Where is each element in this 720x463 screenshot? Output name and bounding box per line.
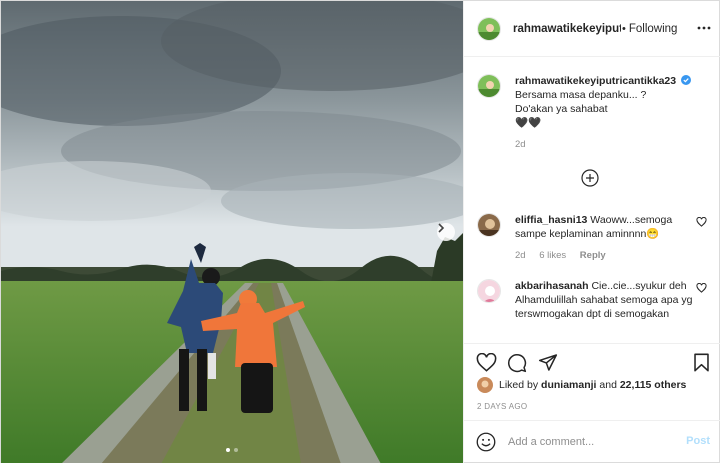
likes-count[interactable]: 22,115 others	[620, 379, 687, 391]
liker-avatar[interactable]	[477, 377, 493, 393]
more-options-icon[interactable]	[696, 20, 712, 36]
comment-time: 2d	[515, 250, 526, 261]
comment-like-heart-icon[interactable]	[696, 283, 707, 293]
separator-dot: •	[622, 22, 626, 35]
commenter-avatar[interactable]	[477, 213, 501, 237]
comment-body: akbarihasanah Cie..cie...syukur deh Alha…	[515, 279, 701, 321]
comment-icon[interactable]	[507, 353, 527, 373]
caption-line: Do'akan ya sahabat	[515, 103, 608, 115]
post-comment-button[interactable]: Post	[686, 435, 710, 447]
comment-body: eliffia_hasni13 Waoww...semoga sampe kep…	[515, 213, 701, 263]
author-username[interactable]: rahmawatikekeyiputricantikka23	[513, 23, 621, 35]
likes-prefix: Liked by	[499, 379, 539, 391]
emoji-icon[interactable]	[476, 432, 496, 452]
rice-field-photo	[1, 1, 463, 463]
comments-list[interactable]: rahmawatikekeyiputricantikka23 Bersama m…	[464, 58, 720, 343]
action-bar	[464, 343, 720, 381]
caption-meta: 2d	[515, 138, 715, 152]
likes-and: and	[599, 379, 617, 391]
load-more-comments-icon[interactable]	[581, 169, 599, 187]
comment-username[interactable]: akbarihasanah	[515, 280, 589, 292]
instagram-post: rahmawatikekeyiputricantikka23 • Followi…	[0, 0, 720, 463]
chevron-right-icon	[438, 223, 445, 233]
carousel-dot-active	[226, 448, 230, 452]
carousel-indicator	[1, 448, 463, 452]
post-side-panel: rahmawatikekeyiputricantikka23 • Followi…	[463, 1, 720, 463]
avatar-image	[477, 377, 493, 393]
like-heart-icon[interactable]	[476, 353, 497, 372]
comment-meta: 2d 6 likes Reply	[515, 249, 701, 263]
caption-time: 2d	[515, 139, 526, 150]
caption-line: Bersama masa depanku... ?	[515, 89, 647, 101]
avatar-image	[478, 75, 500, 97]
comment-input[interactable]	[508, 432, 678, 452]
liked-by-user[interactable]: duniamanji	[541, 379, 596, 391]
post-timestamp[interactable]: 2 DAYS AGO	[477, 402, 527, 411]
commenter-avatar[interactable]	[477, 279, 501, 303]
comment-username[interactable]: eliffia_hasni13	[515, 214, 587, 226]
author-avatar[interactable]	[477, 16, 501, 41]
save-bookmark-icon[interactable]	[693, 353, 710, 372]
caption-line: 🖤🖤	[515, 117, 542, 129]
caption-body: rahmawatikekeyiputricantikka23 Bersama m…	[515, 74, 715, 152]
avatar-image	[478, 280, 500, 302]
following-button[interactable]: Following	[629, 23, 678, 35]
likes-summary: Liked by duniamanji and 22,115 others	[477, 377, 717, 393]
author-avatar[interactable]	[477, 74, 501, 98]
share-send-icon[interactable]	[538, 353, 558, 372]
avatar-image	[478, 214, 500, 236]
comment-likes[interactable]: 6 likes	[539, 250, 566, 261]
post-photo[interactable]	[1, 1, 463, 463]
avatar-image	[478, 17, 500, 40]
carousel-dot	[234, 448, 238, 452]
caption-username[interactable]: rahmawatikekeyiputricantikka23	[515, 75, 676, 87]
comment-like-heart-icon[interactable]	[696, 217, 707, 227]
post-header: rahmawatikekeyiputricantikka23 • Followi…	[464, 1, 720, 57]
verified-badge-icon	[681, 75, 692, 85]
next-photo-button[interactable]	[437, 223, 455, 241]
reply-button[interactable]: Reply	[580, 250, 606, 261]
add-comment-bar: Post	[464, 420, 720, 463]
